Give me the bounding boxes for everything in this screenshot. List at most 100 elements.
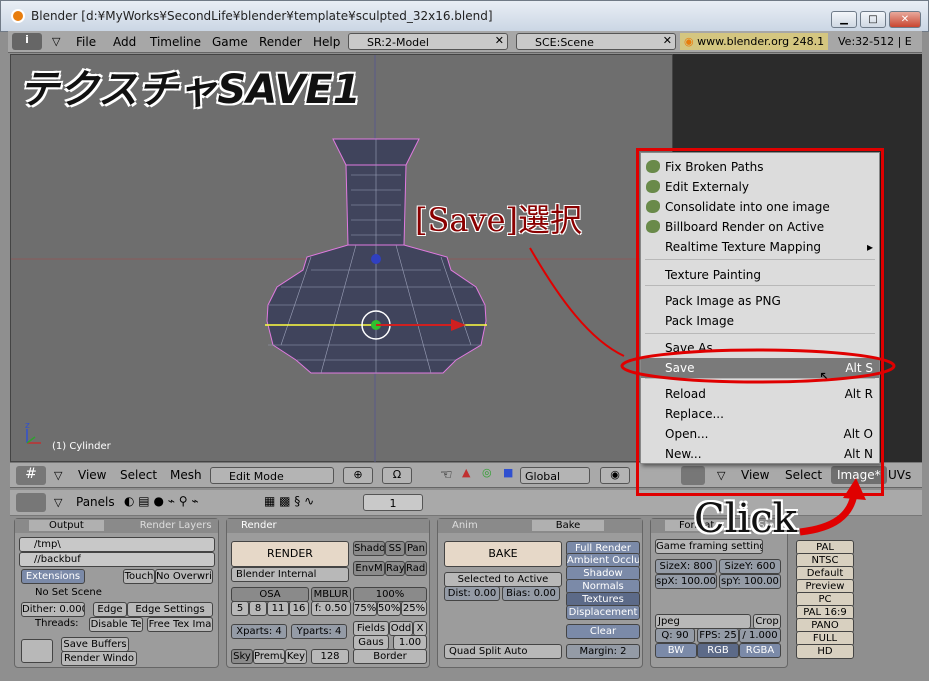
mblur-factor[interactable]: f: 0.50	[311, 601, 351, 616]
ray-toggle[interactable]: Ray	[385, 561, 405, 576]
size-75[interactable]: 75%	[353, 601, 377, 616]
rgba-toggle[interactable]: RGBA	[739, 643, 781, 658]
render-window-select[interactable]: Render Windo	[61, 651, 137, 666]
xparts-field[interactable]: Xparts: 4	[231, 624, 287, 639]
dist-field[interactable]: Dist: 0.00	[444, 586, 500, 601]
menu-panels[interactable]: Panels	[76, 495, 115, 509]
output-tab[interactable]: Output	[29, 520, 104, 531]
fps-base-field[interactable]: / 1.000	[739, 628, 781, 643]
menu-add[interactable]: Add	[113, 35, 136, 49]
context-icons[interactable]: ◐ ▤ ● ⌁ ⚲ ⌁	[124, 494, 199, 508]
translate-icon[interactable]: ▲	[462, 466, 470, 479]
mode-select[interactable]: Edit Mode	[210, 467, 334, 484]
snap-icon[interactable]: Ω	[382, 467, 412, 484]
renderer-select[interactable]: Blender Internal	[231, 567, 349, 582]
3d-viewport[interactable]: z (1) Cylinder テクスチャSAVE1 [Save]選択	[10, 54, 674, 463]
displacement-option[interactable]: Displacement	[566, 605, 640, 620]
touch-toggle[interactable]: Touch	[123, 569, 155, 584]
render-button[interactable]: RENDER	[231, 541, 349, 567]
osa-5[interactable]: 5	[231, 601, 249, 616]
edge-toggle[interactable]: Edge	[93, 602, 127, 617]
menu-view[interactable]: View	[78, 468, 106, 482]
menu-render[interactable]: Render	[259, 35, 302, 49]
collapse-arrow-icon[interactable]: ▽	[52, 35, 60, 48]
border-toggle[interactable]: Border	[353, 649, 427, 664]
close-button[interactable]: ✕	[889, 11, 921, 28]
premul-toggle[interactable]: Premu	[253, 649, 285, 664]
fields-toggle[interactable]: Fields	[353, 621, 389, 636]
save-buffers-toggle[interactable]: Save Buffers	[61, 637, 129, 652]
rgb-toggle[interactable]: RGB	[697, 643, 739, 658]
layout-grid-icon[interactable]	[21, 639, 53, 663]
render-layers-tab[interactable]: Render Layers	[140, 520, 212, 531]
clear-toggle[interactable]: Clear	[566, 624, 640, 639]
osa-11[interactable]: 11	[267, 601, 289, 616]
radiosity-toggle[interactable]: Radi	[405, 561, 427, 576]
close-icon[interactable]: ✕	[663, 34, 672, 47]
crop-toggle[interactable]: Crop	[753, 614, 781, 629]
grid-icon[interactable]: #	[16, 466, 46, 485]
bw-toggle[interactable]: BW	[655, 643, 697, 658]
screen-selector[interactable]: SR:2-Model ✕	[348, 33, 508, 50]
dither-field[interactable]: Dither: 0.000	[21, 602, 85, 617]
selected-to-active-toggle[interactable]: Selected to Active	[444, 572, 562, 587]
orientation-select[interactable]: Global	[520, 467, 590, 484]
backbuf-path[interactable]: //backbuf	[19, 552, 215, 567]
no-overwrite-toggle[interactable]: No Overwri	[155, 569, 213, 584]
bias-field[interactable]: Bias: 0.00	[502, 586, 560, 601]
no-set-scene[interactable]: No Set Scene	[21, 586, 121, 601]
preset-pal169[interactable]: PAL 16:9	[796, 605, 854, 620]
menu-mesh[interactable]: Mesh	[170, 468, 202, 482]
osa-toggle[interactable]: OSA	[231, 587, 309, 602]
gauss-select[interactable]: Gaus	[353, 635, 389, 650]
menu-file[interactable]: File	[76, 35, 96, 49]
aspect-x-field[interactable]: spX: 100.00	[655, 574, 717, 589]
size-50[interactable]: 50%	[377, 601, 401, 616]
yparts-field[interactable]: Yparts: 4	[291, 624, 347, 639]
fps-field[interactable]: FPS: 25	[697, 628, 739, 643]
odd-toggle[interactable]: Odd	[389, 621, 413, 636]
osa-8[interactable]: 8	[249, 601, 267, 616]
pan-toggle[interactable]: Pan	[405, 541, 427, 556]
gauss-value[interactable]: 1.00	[393, 635, 427, 650]
menu-select[interactable]: Select	[120, 468, 157, 482]
quality-field[interactable]: Q: 90	[655, 628, 695, 643]
anim-tab[interactable]: Anim	[452, 520, 478, 531]
menu-help[interactable]: Help	[313, 35, 340, 49]
osa-16[interactable]: 16	[289, 601, 309, 616]
size-x-field[interactable]: SizeX: 800	[655, 559, 717, 574]
edge-settings-button[interactable]: Edge Settings	[127, 602, 213, 617]
free-tex-toggle[interactable]: Free Tex Ima	[147, 617, 213, 632]
margin-field[interactable]: Margin: 2	[566, 644, 640, 659]
menu-game[interactable]: Game	[212, 35, 248, 49]
mblur-toggle[interactable]: MBLUR	[311, 587, 351, 602]
collapse-arrow-icon[interactable]: ▽	[54, 469, 62, 482]
sky-toggle[interactable]: Sky	[231, 649, 253, 664]
pivot-icon[interactable]: ⊕	[343, 467, 373, 484]
rotate-icon[interactable]: ◎	[482, 466, 492, 479]
quad-split-select[interactable]: Quad Split Auto	[444, 644, 562, 659]
disable-tex-toggle[interactable]: Disable Te	[89, 617, 143, 632]
ss-toggle[interactable]: SS	[385, 541, 405, 556]
bake-button[interactable]: BAKE	[444, 541, 562, 567]
close-icon[interactable]: ✕	[495, 34, 504, 47]
scene-selector[interactable]: SCE:Scene ✕	[516, 33, 676, 50]
collapse-arrow-icon[interactable]: ▽	[54, 496, 62, 509]
scale-icon[interactable]: ■	[503, 466, 513, 479]
tmp-path[interactable]: /tmp\	[19, 537, 215, 552]
minimize-button[interactable]: ▁	[831, 11, 857, 28]
frame-number[interactable]: 1	[363, 494, 423, 511]
buttons-window-icon[interactable]	[16, 493, 46, 512]
key-toggle[interactable]: Key	[285, 649, 307, 664]
render-sub-icons[interactable]: ▦ ▩ § ∿	[264, 494, 314, 508]
bake-tab[interactable]: Bake	[531, 520, 605, 531]
bitdepth-select[interactable]: 128	[311, 649, 349, 664]
aspect-y-field[interactable]: spY: 100.00	[719, 574, 781, 589]
size-y-field[interactable]: SizeY: 600	[719, 559, 781, 574]
menu-timeline[interactable]: Timeline	[150, 35, 201, 49]
size-25[interactable]: 25%	[401, 601, 427, 616]
shadow-toggle[interactable]: Shado	[353, 541, 385, 556]
x-toggle[interactable]: X	[413, 621, 427, 636]
extensions-toggle[interactable]: Extensions	[21, 569, 85, 584]
size-100[interactable]: 100%	[353, 587, 427, 602]
